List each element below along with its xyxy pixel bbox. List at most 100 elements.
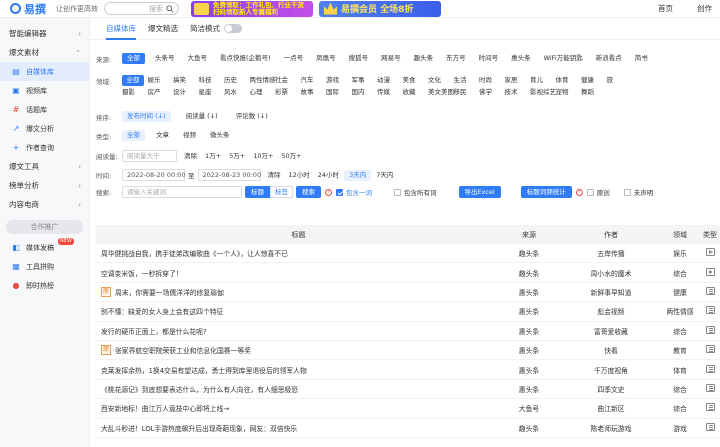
table-row[interactable]: 周华健挑战自我，携手徒弟改编歌曲《一个人》，让人惊喜不已 趣头条 五岸传播 娱乐 — [96, 244, 720, 264]
type-chip[interactable]: 视频 — [180, 130, 199, 141]
original-checkbox[interactable] — [586, 188, 594, 196]
top-search-input[interactable]: 搜索 — [104, 2, 179, 15]
sidebar-group-materials[interactable]: 爆文素材 ⌃ — [0, 43, 89, 62]
reads-option[interactable]: 50万+ — [278, 151, 304, 162]
source-chip[interactable]: 看点快报(企鹅号) — [217, 53, 274, 64]
search-icon[interactable] — [166, 4, 174, 13]
table-row[interactable]: 发行的硬币正面上，都是什么花呢? 惠头条 富哥爱收藏 综合 — [96, 322, 720, 341]
field-chip[interactable]: 心理 — [250, 87, 276, 98]
contains-one-checkbox[interactable] — [336, 188, 343, 196]
reads-option[interactable]: 5万+ — [226, 151, 248, 162]
field-chip[interactable]: 娱乐 — [148, 75, 174, 86]
row-author[interactable]: 周小水的魔术 — [562, 268, 660, 278]
sidebar-item-video-library[interactable]: ▣ 视频库 — [0, 81, 89, 100]
logo[interactable]: 易撰 — [10, 1, 46, 17]
date-from-input[interactable]: 2022-08-20 00:00 — [122, 169, 186, 181]
table-row[interactable]: 西安新地标！曲江万人竟技中心即将上线→ 大鱼号 曲江新区 综合 — [96, 399, 720, 419]
help-icon[interactable]: ? — [575, 188, 583, 196]
nav-create[interactable]: 创作 — [697, 3, 712, 14]
row-author[interactable]: 千万度视角 — [562, 365, 660, 375]
field-chip[interactable]: 宠物 — [556, 87, 582, 98]
field-chip[interactable]: 文化 — [428, 75, 454, 86]
keyword-input[interactable]: 请输入关键词 — [122, 186, 242, 198]
tab-featured[interactable]: 爆文精选 — [148, 18, 178, 40]
table-row[interactable]: 原张家界航空职院荣获工业和信息化国赛一等奖 惠头条 快看 教育 — [96, 341, 720, 361]
sidebar-group-rankings[interactable]: 榜单分析 › — [0, 176, 89, 195]
field-chip[interactable]: 时尚 — [479, 75, 505, 86]
source-chip[interactable]: 惠头条 — [508, 53, 534, 64]
reads-min-input[interactable]: 阅读量大于 — [122, 150, 177, 162]
row-title-link[interactable]: 《桃花源记》到底想要表达什么，为什么有人向往，有人细思极恐 — [101, 384, 298, 394]
nav-home[interactable]: 首页 — [658, 3, 673, 14]
date-to-input[interactable]: 2022-08-23 00:00 — [197, 169, 261, 181]
search-button[interactable]: 搜索 — [296, 186, 321, 198]
field-chip[interactable]: 科技 — [199, 75, 225, 86]
field-chip[interactable]: 健康 — [581, 75, 607, 86]
row-title-link[interactable]: 空调变米饭，一秒拆穿了！ — [101, 268, 183, 278]
row-title-link[interactable]: 克莱发挥余热，1换4交易有望达成，勇士得到库里退役后的领军人物 — [101, 365, 307, 375]
promo-partner-button[interactable]: 合作推广 — [6, 220, 83, 234]
field-chip[interactable]: 游戏 — [326, 75, 352, 86]
field-chip[interactable]: 传媒 — [377, 87, 403, 98]
row-title-link[interactable]: 别不懂：缺爱的女人身上会有这四个特征 — [101, 306, 223, 316]
field-chip[interactable]: 技术 — [505, 87, 531, 98]
scope-title-button[interactable]: 标题 — [245, 186, 270, 198]
field-chip[interactable]: 移民 — [454, 87, 480, 98]
field-chip[interactable]: 汽车 — [301, 75, 327, 86]
row-title-link[interactable]: 周华健挑战自我，携手徒弟改编歌曲《一个人》，让人惊喜不已 — [101, 248, 288, 258]
field-chip[interactable]: 星座 — [199, 87, 225, 98]
row-author[interactable]: 五岸传播 — [562, 248, 660, 258]
field-chip[interactable]: 全部 — [122, 75, 144, 86]
source-chip[interactable]: 搜狐号 — [346, 53, 372, 64]
time-option[interactable]: 12小时 — [286, 170, 313, 181]
time-option[interactable]: 3天内 — [344, 169, 372, 181]
field-chip[interactable]: 佛学 — [479, 87, 505, 98]
row-title-link[interactable]: 张家界航空职院荣获工业和信息化国赛一等奖 — [115, 345, 251, 355]
source-chip[interactable]: WiFi万能钥匙 — [541, 53, 586, 64]
sidebar-item-author-search[interactable]: + 作者查询 — [0, 138, 89, 157]
source-chip[interactable]: 新浪看点 — [593, 53, 625, 64]
field-chip[interactable]: 设计 — [173, 87, 199, 98]
field-chip[interactable]: 摄影 — [122, 87, 148, 98]
field-chip[interactable]: 故事 — [301, 87, 327, 98]
type-chip[interactable]: 微头条 — [207, 130, 233, 141]
reads-option[interactable]: 1万+ — [202, 151, 224, 162]
type-chip[interactable]: 全部 — [122, 130, 145, 141]
field-chip[interactable]: 彩票 — [275, 87, 301, 98]
source-chip[interactable]: 东方号 — [443, 53, 469, 64]
type-chip[interactable]: 文章 — [153, 130, 172, 141]
sort-by-time[interactable]: 发布时间 (↓) — [122, 111, 171, 122]
help-icon[interactable]: ? — [325, 188, 332, 196]
promo-banner-vip[interactable]: 易撰会员 全场8折 — [319, 0, 441, 17]
field-chip[interactable]: 房产 — [148, 87, 174, 98]
time-option[interactable]: 7天内 — [373, 170, 396, 181]
source-chip[interactable]: 网易号 — [378, 53, 404, 64]
field-chip[interactable]: 搞笑 — [173, 75, 199, 86]
reads-clear[interactable]: 清除 — [181, 151, 200, 162]
source-chip[interactable]: 一点号 — [281, 53, 307, 64]
field-chip[interactable]: 国内 — [352, 87, 378, 98]
field-chip[interactable]: 体育 — [556, 75, 582, 86]
row-author[interactable]: 快看 — [562, 345, 660, 355]
sidebar-group-editor[interactable]: 智能编辑器 › — [0, 24, 89, 43]
field-chip[interactable]: 家居 — [505, 75, 531, 86]
sort-by-comments[interactable]: 评论数 (↓) — [233, 111, 271, 122]
row-author[interactable]: 陈老师玩游戏 — [562, 423, 660, 433]
row-title-link[interactable]: 发行的硬币正面上，都是什么花呢? — [101, 326, 207, 336]
row-title-link[interactable]: 大乱斗秒进！LOL手游热度飙升后出现奇葩现象，网友：双倍快乐 — [101, 423, 297, 433]
sidebar-group-ecommerce[interactable]: 内容电商 › — [0, 195, 89, 214]
source-chip[interactable]: 头条号 — [152, 53, 178, 64]
time-option[interactable]: 24小时 — [315, 170, 342, 181]
sidebar-item-media-library[interactable]: ▤ 自媒体库 — [0, 62, 89, 81]
row-title-link[interactable]: 周末，你需要一场儒洋洋的修复瑜伽 — [115, 287, 224, 297]
field-chip[interactable]: 军事 — [352, 75, 378, 86]
field-chip[interactable]: 美食 — [403, 75, 429, 86]
field-chip[interactable]: 社会 — [275, 75, 301, 86]
sidebar-item-media-release[interactable]: ◧ 媒体发稿 NEW — [0, 238, 89, 257]
promo-banner-gift[interactable]: 免费领取：工作礼包、行业干货 扫码领取新人专属福利 — [191, 0, 313, 17]
sidebar-item-group-buy[interactable]: ▦ 工具拼购 — [0, 257, 89, 276]
field-chip[interactable]: 影视综艺 — [530, 87, 556, 98]
source-chip[interactable]: 简书 — [632, 53, 651, 64]
table-row[interactable]: 别不懂：缺爱的女人身上会有这四个特征 惠头条 彪会视频 两性情感 — [96, 302, 720, 322]
table-row[interactable]: 克莱发挥余热，1换4交易有望达成，勇士得到库里退役后的领军人物 惠头条 千万度视角 体… — [96, 360, 720, 380]
